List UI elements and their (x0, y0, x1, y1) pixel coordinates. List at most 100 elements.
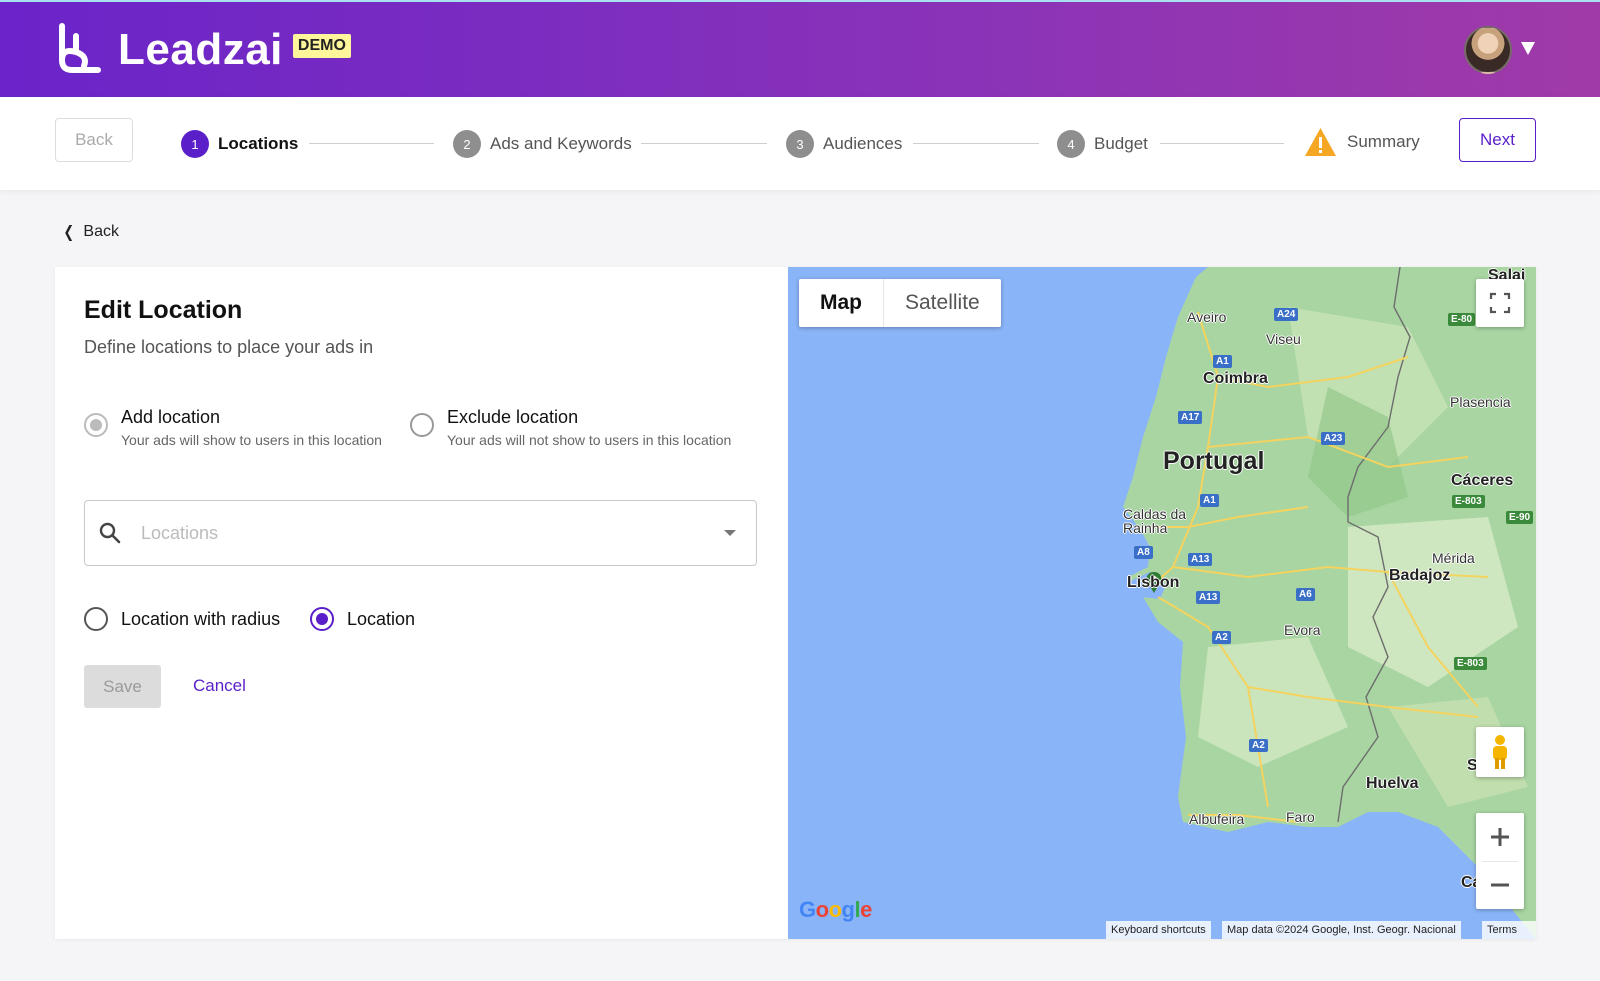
map-label-lisbon: Lisbon (1127, 574, 1180, 591)
map-label-viseu: Viseu (1266, 331, 1301, 347)
page-subtitle: Define locations to place your ads in (84, 337, 374, 357)
map-label-huelva: Huelva (1366, 775, 1419, 792)
back-link[interactable]: ❮ Back (62, 222, 119, 242)
street-view-pegman[interactable] (1476, 727, 1524, 777)
step-label: Summary (1347, 132, 1420, 151)
pegman-icon (1493, 735, 1507, 769)
demo-badge: DEMO (292, 34, 351, 58)
step-connector (309, 143, 434, 144)
user-menu-caret-icon[interactable] (1521, 42, 1535, 55)
zoom-controls (1476, 813, 1524, 909)
road-shield: A23 (1321, 432, 1346, 445)
road-shield: A13 (1196, 591, 1221, 604)
road-shield: A8 (1134, 546, 1153, 559)
road-shield: A17 (1178, 411, 1203, 424)
cancel-link[interactable]: Cancel (193, 676, 246, 696)
location-search-input[interactable] (141, 522, 724, 544)
page-title: Edit Location (84, 296, 243, 324)
step-number: 4 (1057, 130, 1085, 158)
location-with-radius-radio[interactable] (84, 607, 108, 631)
step-budget[interactable]: 4 Budget (1057, 130, 1148, 158)
map-label-albufeira: Albufeira (1189, 811, 1245, 827)
road-shield: A1 (1213, 355, 1232, 368)
brand-logo[interactable]: Leadzai DEMO (54, 22, 351, 78)
step-number: 3 (786, 130, 814, 158)
map-label-coimbra: Coimbra (1203, 370, 1268, 387)
edit-location-panel: Edit Location Define locations to place … (55, 267, 1536, 939)
step-ads-and-keywords[interactable]: 2 Ads and Keywords (453, 130, 632, 158)
keyboard-shortcuts-link[interactable]: Keyboard shortcuts (1106, 921, 1211, 939)
road-shield: A2 (1212, 631, 1231, 644)
road-shield: E-80 (1448, 313, 1476, 326)
step-number: 2 (453, 130, 481, 158)
road-shield: E-803 (1454, 657, 1487, 670)
zoom-in-button[interactable] (1476, 813, 1524, 861)
save-button[interactable]: Save (84, 665, 161, 708)
add-location-desc: Your ads will show to users in this loca… (121, 432, 382, 448)
road-shield: A24 (1274, 308, 1299, 321)
map-label-aveiro: Aveiro (1187, 309, 1227, 325)
add-location-title: Add location (121, 407, 221, 427)
step-connector (641, 143, 767, 144)
road-shield: A13 (1188, 553, 1213, 566)
google-logo[interactable]: Google (799, 897, 872, 923)
mode-location-with-radius[interactable]: Location with radius (84, 607, 280, 631)
map-label-badajoz: Badajoz (1389, 567, 1451, 584)
road-shield: A6 (1296, 588, 1315, 601)
location-label: Location (347, 608, 416, 629)
fullscreen-button[interactable] (1476, 279, 1524, 327)
map-type-toggle: Map Satellite (799, 279, 1001, 327)
step-connector (913, 143, 1039, 144)
exclude-location-title: Exclude location (447, 407, 579, 427)
map-canvas[interactable] (788, 267, 1536, 939)
road-shield: A1 (1200, 494, 1219, 507)
step-audiences[interactable]: 3 Audiences (786, 130, 902, 158)
map-tab-satellite[interactable]: Satellite (884, 279, 1001, 327)
chevron-left-icon: ❮ (63, 224, 75, 241)
step-connector (1160, 143, 1284, 144)
step-number: 1 (181, 130, 209, 158)
road-shield: E-803 (1452, 495, 1485, 508)
plus-icon (1491, 827, 1509, 846)
map-label-plasencia: Plasencia (1450, 394, 1511, 410)
top-header: Leadzai DEMO (0, 0, 1600, 97)
stepper-back-button[interactable]: Back (55, 118, 133, 162)
add-location-radio[interactable] (84, 413, 108, 437)
map-label-faro: Faro (1286, 809, 1315, 825)
exclude-location-option[interactable]: Exclude location Your ads will not show … (410, 407, 731, 448)
mode-location[interactable]: Location (310, 607, 415, 631)
minus-icon (1491, 883, 1509, 887)
dropdown-caret-icon[interactable] (724, 530, 736, 536)
map-label-caldas-da-rainha: Caldas da Rainha (1123, 506, 1187, 536)
terms-link[interactable]: Terms (1482, 921, 1536, 939)
back-link-label: Back (83, 223, 119, 240)
location-search-field[interactable] (84, 500, 757, 566)
exclude-location-desc: Your ads will not show to users in this … (447, 432, 732, 448)
brand-name: Leadzai (118, 25, 283, 74)
road-shield: E-90 (1506, 511, 1534, 524)
map-data-attribution: Map data ©2024 Google, Inst. Geogr. Naci… (1222, 921, 1461, 939)
fullscreen-icon (1489, 292, 1511, 314)
exclude-location-radio[interactable] (410, 413, 434, 437)
warning-icon (1305, 128, 1336, 156)
map-label-portugal: Portugal (1163, 447, 1265, 475)
step-locations[interactable]: 1 Locations (181, 130, 298, 158)
location-radio[interactable] (310, 607, 334, 631)
map-label-evora: Evora (1284, 622, 1321, 638)
step-summary[interactable]: Summary (1304, 127, 1420, 157)
stepper-next-button[interactable]: Next (1459, 118, 1536, 162)
add-location-option[interactable]: Add location Your ads will show to users… (84, 407, 382, 448)
map-label-caceres: Cáceres (1451, 472, 1514, 489)
google-map[interactable]: Aveiro Viseu Coimbra Plasencia Portugal … (788, 267, 1536, 939)
location-with-radius-label: Location with radius (121, 608, 281, 629)
zoom-out-button[interactable] (1476, 861, 1524, 909)
step-label: Locations (218, 134, 299, 153)
step-label: Ads and Keywords (490, 134, 632, 153)
map-label-merida: Mérida (1432, 550, 1475, 566)
map-tab-map[interactable]: Map (799, 279, 884, 327)
step-label: Budget (1094, 134, 1148, 153)
search-icon (99, 522, 121, 544)
user-avatar[interactable] (1464, 26, 1512, 74)
leadzai-logo-icon (59, 23, 101, 73)
road-shield: A2 (1249, 739, 1268, 752)
